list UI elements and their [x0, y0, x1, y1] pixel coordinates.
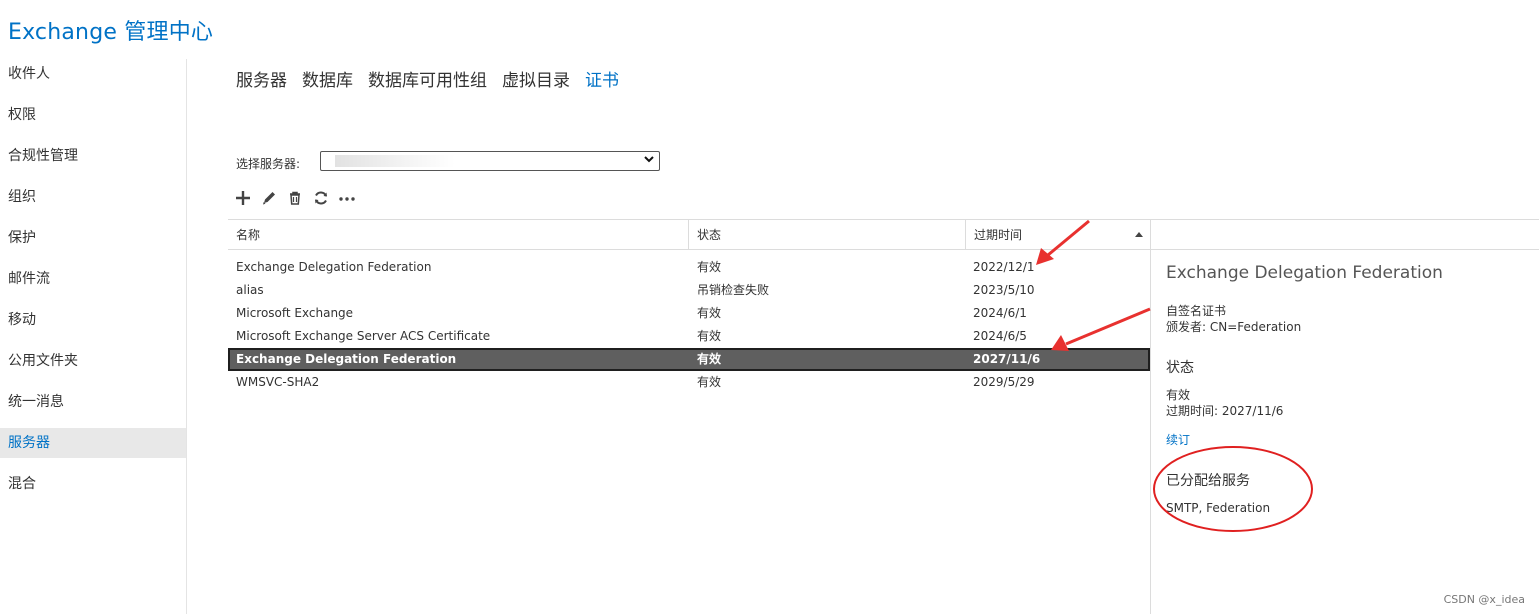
- detail-issuer: 颁发者: CN=Federation: [1166, 320, 1302, 334]
- table-row[interactable]: WMSVC-SHA2 有效 2029/5/29: [228, 371, 1150, 394]
- sidebar-item-mail-flow[interactable]: 邮件流: [0, 264, 186, 294]
- column-header-status[interactable]: 状态: [689, 220, 965, 250]
- sidebar-nav: 收件人 权限 合规性管理 组织 保护 邮件流 移动 公用文件夹 统一消息 服务器…: [0, 59, 187, 614]
- cell-expires: 2029/5/29: [973, 375, 1035, 389]
- tab-certificates[interactable]: 证书: [585, 66, 619, 91]
- cell-status: 有效: [697, 329, 722, 343]
- detail-status-value: 有效: [1166, 388, 1191, 402]
- column-divider: [1150, 220, 1151, 250]
- cell-status: 有效: [697, 352, 722, 366]
- cell-expires: 2022/12/1: [973, 260, 1035, 274]
- detail-services: SMTP, Federation: [1166, 501, 1271, 515]
- sidebar-item-unified-messaging[interactable]: 统一消息: [0, 387, 186, 417]
- column-header-name[interactable]: 名称: [228, 220, 688, 250]
- server-select[interactable]: [320, 151, 660, 171]
- cell-name: alias: [236, 283, 264, 297]
- cell-name: Microsoft Exchange: [236, 306, 354, 320]
- trash-icon[interactable]: [286, 189, 304, 207]
- pencil-icon[interactable]: [260, 189, 278, 207]
- cell-expires: 2024/6/5: [973, 329, 1027, 343]
- refresh-icon[interactable]: [312, 189, 330, 207]
- detail-services-heading: 已分配给服务: [1166, 473, 1250, 489]
- cell-status: 吊销检查失败: [697, 283, 770, 297]
- tab-servers[interactable]: 服务器: [236, 66, 287, 91]
- sidebar-item-recipients[interactable]: 收件人: [0, 59, 186, 89]
- detail-pane: Exchange Delegation Federation 自签名证书 颁发者…: [1166, 263, 1526, 516]
- tab-virtual-directories[interactable]: 虚拟目录: [502, 66, 570, 91]
- detail-title: Exchange Delegation Federation: [1166, 263, 1443, 283]
- sidebar-item-permissions[interactable]: 权限: [0, 100, 186, 130]
- toolbar: [234, 189, 356, 207]
- sort-ascending-icon: [1135, 232, 1143, 237]
- column-header-expires[interactable]: 过期时间: [966, 220, 1150, 250]
- cell-expires: 2027/11/6: [973, 352, 1041, 366]
- sidebar-item-mobile[interactable]: 移动: [0, 305, 186, 335]
- tab-bar: 服务器 数据库 数据库可用性组 虚拟目录 证书: [236, 66, 619, 91]
- cell-name: WMSVC-SHA2: [236, 375, 320, 389]
- sidebar-item-compliance[interactable]: 合规性管理: [0, 141, 186, 171]
- list-rows: Exchange Delegation Federation 有效 2022/1…: [228, 256, 1150, 394]
- sidebar-item-hybrid[interactable]: 混合: [0, 469, 186, 499]
- sidebar-item-organization[interactable]: 组织: [0, 182, 186, 212]
- cell-name: Exchange Delegation Federation: [236, 352, 457, 366]
- sidebar-item-public-folders[interactable]: 公用文件夹: [0, 346, 186, 376]
- plus-icon[interactable]: [234, 189, 252, 207]
- cell-status: 有效: [697, 375, 722, 389]
- cell-expires: 2024/6/1: [973, 306, 1027, 320]
- table-row[interactable]: Microsoft Exchange 有效 2024/6/1: [228, 302, 1150, 325]
- more-icon[interactable]: [338, 189, 356, 207]
- renew-link[interactable]: 续订: [1166, 431, 1190, 448]
- server-select-label: 选择服务器:: [236, 157, 301, 171]
- certificate-list: 名称 状态 过期时间 Exchange Delegation Federatio…: [228, 219, 1539, 614]
- sidebar-item-servers[interactable]: 服务器: [0, 428, 186, 458]
- table-row[interactable]: alias 吊销检查失败 2023/5/10: [228, 279, 1150, 302]
- watermark: CSDN @x_idea: [1443, 593, 1525, 606]
- chevron-down-icon: [644, 156, 654, 163]
- detail-divider: [1150, 250, 1151, 614]
- cell-expires: 2023/5/10: [973, 283, 1035, 297]
- sidebar-item-protection[interactable]: 保护: [0, 223, 186, 253]
- table-row-selected[interactable]: Exchange Delegation Federation 有效 2027/1…: [228, 348, 1150, 371]
- tab-databases[interactable]: 数据库: [302, 66, 353, 91]
- cell-status: 有效: [697, 260, 722, 274]
- list-header: 名称 状态 过期时间: [228, 219, 1539, 250]
- redacted-server-name: [335, 155, 455, 167]
- tab-dag[interactable]: 数据库可用性组: [368, 66, 487, 91]
- cell-name: Exchange Delegation Federation: [236, 260, 432, 274]
- cell-status: 有效: [697, 306, 722, 320]
- app-title: Exchange 管理中心: [8, 20, 214, 45]
- table-row[interactable]: Microsoft Exchange Server ACS Certificat…: [228, 325, 1150, 348]
- cell-name: Microsoft Exchange Server ACS Certificat…: [236, 329, 491, 343]
- detail-expires: 过期时间: 2027/11/6: [1166, 404, 1284, 418]
- detail-status-heading: 状态: [1166, 360, 1194, 376]
- detail-cert-type: 自签名证书: [1166, 304, 1227, 318]
- table-row[interactable]: Exchange Delegation Federation 有效 2022/1…: [228, 256, 1150, 279]
